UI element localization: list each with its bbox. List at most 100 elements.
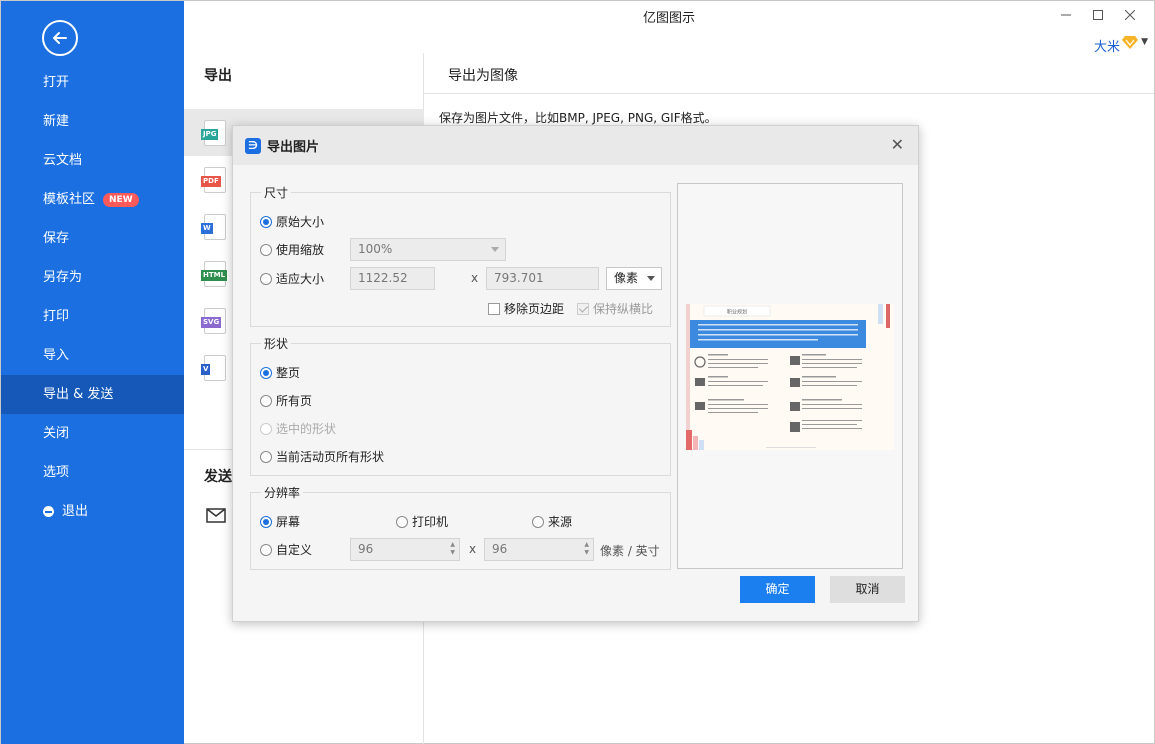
radio-label: 打印机 (412, 515, 449, 529)
sidebar-item-label: 退出 (62, 504, 89, 519)
scale-select[interactable]: 100% (350, 238, 506, 261)
dialog-close-button[interactable]: ✕ (891, 136, 904, 154)
chevron-down-icon (491, 247, 499, 252)
word-file-icon: W (201, 213, 226, 240)
user-name[interactable]: 大米 (1094, 36, 1120, 55)
height-input[interactable]: 793.701 (486, 267, 599, 290)
sidebar-item-options[interactable]: 选项 (1, 453, 184, 492)
sidebar-item-label: 导入 (43, 348, 70, 363)
sidebar-item-new[interactable]: 新建 (1, 102, 184, 141)
radio-label: 使用缩放 (276, 243, 325, 257)
mail-send-icon[interactable] (206, 507, 228, 525)
sidebar-item-save[interactable]: 保存 (1, 219, 184, 258)
dpi-x-value: 96 (358, 542, 374, 556)
spin-arrows-icon: ▲ ▼ (450, 541, 455, 556)
dpi-unit: 像素 / 英寸 (600, 544, 660, 558)
source-radio[interactable]: 来源 (532, 513, 572, 530)
printer-radio[interactable]: 打印机 (396, 513, 448, 530)
checkbox-label: 保持纵横比 (593, 302, 654, 316)
sidebar-item-label: 云文档 (43, 153, 83, 168)
keep-ratio-checkbox[interactable]: 保持纵横比 (577, 300, 653, 317)
maximize-button[interactable] (1088, 5, 1108, 25)
sidebar-item-cloud-docs[interactable]: 云文档 (1, 141, 184, 180)
sidebar-item-template-community[interactable]: 模板社区 NEW (1, 180, 184, 219)
exit-icon (43, 506, 54, 517)
sidebar-item-export-send[interactable]: 导出 & 发送 (1, 375, 184, 414)
file-tag: SVG (201, 316, 222, 328)
radio-button (260, 543, 272, 556)
sidebar-item-label: 打开 (43, 75, 70, 90)
radio-button (260, 422, 272, 435)
radio-button (260, 515, 272, 528)
sidebar-item-exit[interactable]: 退出 (1, 492, 184, 531)
unit-select[interactable]: 像素 (606, 267, 662, 290)
sidebar-item-print[interactable]: 打印 (1, 297, 184, 336)
close-window-button[interactable] (1120, 5, 1140, 25)
sidebar-item-import[interactable]: 导入 (1, 336, 184, 375)
visio-file-icon: V (201, 354, 226, 381)
remove-margin-checkbox[interactable]: 移除页边距 (488, 300, 564, 317)
radio-label: 屏幕 (276, 515, 301, 529)
radio-button (260, 366, 272, 379)
selected-shapes-radio[interactable]: 选中的形状 (260, 420, 336, 437)
dialog-titlebar: ∋ 导出图片 ✕ (233, 126, 918, 165)
arrow-left-icon (53, 32, 67, 44)
sidebar-item-label: 导出 & 发送 (43, 387, 114, 402)
right-panel-description: 保存为图片文件，比如BMP, JPEG, PNG, GIF格式。 (439, 111, 717, 125)
shape-group: 形状 整页 所有页 选中的形状 当前活动页所有形状 (250, 335, 671, 476)
resolution-group: 分辨率 屏幕 打印机 来源 自定义 96 ▲ ▼ x 96 ▲ ▼ 像素 / 英寸 (250, 484, 671, 570)
sidebar-item-close[interactable]: 关闭 (1, 414, 184, 453)
resolution-group-title: 分辨率 (261, 484, 304, 501)
sidebar-item-open[interactable]: 打开 (1, 63, 184, 102)
user-menu-caret-icon[interactable]: ▼ (1141, 37, 1148, 47)
ok-button[interactable]: 确定 (740, 576, 815, 603)
sidebar-item-label: 保存 (43, 231, 70, 246)
radio-button (260, 450, 272, 463)
checkbox (488, 302, 500, 315)
unit-value: 像素 (614, 271, 639, 285)
pdf-file-icon: PDF (201, 166, 226, 193)
dpi-x-input[interactable]: 96 ▲ ▼ (350, 538, 460, 561)
width-input[interactable]: 1122.52 (350, 267, 435, 290)
custom-radio[interactable]: 自定义 (260, 541, 312, 558)
dpi-y-value: 96 (492, 542, 508, 556)
edraw-logo-icon: ∋ (245, 137, 261, 154)
fit-size-radio[interactable]: 适应大小 (260, 270, 324, 287)
sidebar-item-label: 打印 (43, 309, 70, 324)
jpg-file-icon: JPG (201, 119, 226, 146)
whole-page-radio[interactable]: 整页 (260, 364, 300, 381)
sidebar-item-label: 新建 (43, 114, 70, 129)
cancel-button[interactable]: 取消 (830, 576, 905, 603)
original-size-radio[interactable]: 原始大小 (260, 213, 324, 230)
radio-label: 整页 (276, 366, 301, 380)
times-sign: x (471, 271, 479, 285)
radio-label: 适应大小 (276, 272, 325, 286)
radio-button (260, 243, 272, 256)
minimize-button[interactable] (1056, 5, 1076, 25)
size-group: 尺寸 原始大小 使用缩放 100% 适应大小 1122.52 x 793.701… (250, 184, 671, 327)
dialog-title: 导出图片 (267, 140, 320, 155)
dpi-y-input[interactable]: 96 ▲ ▼ (484, 538, 594, 561)
maximize-icon (1093, 10, 1103, 20)
app-window: 打开 新建 云文档 模板社区 NEW 保存 另存为 打印 导入 导出 & 发送 关… (0, 0, 1155, 744)
radio-button (260, 394, 272, 407)
radio-button (260, 272, 272, 285)
vip-diamond-icon (1122, 36, 1138, 49)
radio-label: 来源 (548, 515, 573, 529)
all-pages-radio[interactable]: 所有页 (260, 392, 312, 409)
sidebar-item-save-as[interactable]: 另存为 (1, 258, 184, 297)
radio-button (260, 215, 272, 228)
radio-button (532, 515, 544, 528)
screen-radio[interactable]: 屏幕 (260, 513, 300, 530)
sidebar-menu: 打开 新建 云文档 模板社区 NEW 保存 另存为 打印 导入 导出 & 发送 关… (1, 63, 184, 531)
right-panel-header: 导出为图像 (448, 68, 518, 84)
window-title: 亿图图示 (642, 11, 695, 26)
active-page-shapes-radio[interactable]: 当前活动页所有形状 (260, 448, 384, 465)
radio-label: 选中的形状 (276, 422, 337, 436)
export-panel-header: 导出 (204, 68, 232, 84)
use-scale-radio[interactable]: 使用缩放 (260, 241, 324, 258)
sidebar: 打开 新建 云文档 模板社区 NEW 保存 另存为 打印 导入 导出 & 发送 关… (1, 1, 184, 744)
file-tag: W (201, 222, 213, 234)
radio-label: 原始大小 (276, 215, 325, 229)
back-button[interactable] (42, 20, 78, 56)
